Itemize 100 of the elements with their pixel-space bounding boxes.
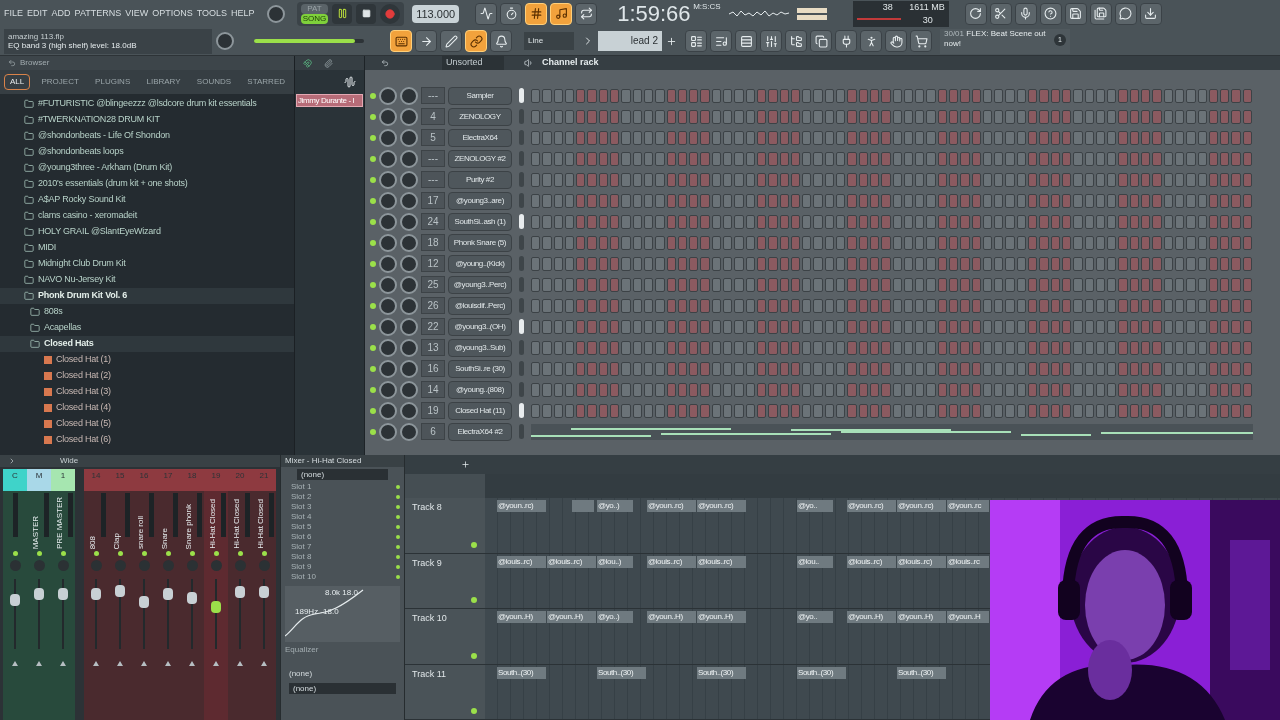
send-led[interactable] <box>141 551 147 556</box>
channel-led[interactable] <box>370 197 376 204</box>
add-icon[interactable] <box>666 35 677 47</box>
folder-item[interactable]: #FUTURISTIC @blingeezzz @lsdcore drum kit essentials <box>0 96 294 112</box>
route-arrow-icon[interactable] <box>261 661 267 666</box>
mixer-route[interactable]: 26 <box>421 297 445 314</box>
pan-knob[interactable] <box>379 338 397 357</box>
pattern-clip[interactable]: @louis..rc) <box>547 555 596 568</box>
mixer-strip[interactable]: 21 Hi-Hat Closed <box>252 469 276 720</box>
pan-knob[interactable] <box>379 296 397 315</box>
route-arrow-icon[interactable] <box>93 661 99 666</box>
channel-button[interactable]: @young..(Kick) <box>448 254 512 273</box>
fader-thumb[interactable] <box>163 587 173 600</box>
selection-light[interactable] <box>519 172 524 187</box>
toolbar-button[interactable] <box>989 2 1012 25</box>
slot-led[interactable] <box>396 505 400 509</box>
pattern-clip[interactable]: @yo.. <box>797 500 833 513</box>
browser-tab[interactable]: LIBRARY <box>141 74 186 90</box>
channel-led[interactable] <box>370 260 376 267</box>
mixer-strip[interactable]: 18 Snare phonk <box>180 469 204 720</box>
send-led[interactable] <box>261 551 267 556</box>
channel-led[interactable] <box>370 302 376 309</box>
mode-toggle[interactable]: SONG <box>300 13 329 24</box>
folder-item[interactable]: 2010's essentials (drum kit + one shots) <box>0 176 294 192</box>
pattern-clip[interactable] <box>572 500 594 513</box>
volume-knob[interactable] <box>400 233 418 252</box>
send-led[interactable] <box>213 551 219 556</box>
route-arrow-icon[interactable] <box>141 661 147 666</box>
pan-knob[interactable] <box>379 401 397 420</box>
pattern-clip[interactable]: @louis..rc <box>947 555 989 568</box>
pattern-clip[interactable]: @youn..rc) <box>647 500 696 513</box>
channel-button[interactable]: @young..(808) <box>448 380 512 399</box>
toolbar-button[interactable] <box>1014 2 1037 25</box>
selection-light[interactable] <box>519 151 524 166</box>
pan-knob[interactable] <box>379 254 397 273</box>
slot-led[interactable] <box>396 525 400 529</box>
route-arrow-icon[interactable] <box>213 661 219 666</box>
pattern-clip[interactable]: @louis..rc) <box>697 555 746 568</box>
fader-thumb[interactable] <box>211 601 221 614</box>
mixer-strip[interactable]: 17 Snare <box>156 469 180 720</box>
mixer-route[interactable]: 13 <box>421 339 445 356</box>
sample-item[interactable]: Closed Hat (3) <box>0 384 294 400</box>
pattern-clip[interactable]: @youn..H) <box>897 611 946 624</box>
menu-item[interactable]: HELP <box>231 7 255 21</box>
chevron-icon[interactable] <box>8 457 16 465</box>
selection-light[interactable] <box>519 256 524 271</box>
fader-thumb[interactable] <box>34 587 44 600</box>
folder-item[interactable]: HOLY GRAIL @SlantEyeWizard <box>0 224 294 240</box>
menu-item[interactable]: VIEW <box>125 7 149 21</box>
route-arrow-icon[interactable] <box>189 661 195 666</box>
mixer-route[interactable]: 4 <box>421 108 445 125</box>
selection-light[interactable] <box>519 319 524 334</box>
selection-light[interactable] <box>519 88 524 103</box>
tempo-field[interactable]: 113.000 <box>412 4 460 23</box>
pan-knob[interactable] <box>379 380 397 399</box>
effect-slot[interactable]: Slot 9 <box>285 562 312 572</box>
folder-item[interactable]: MIDI <box>0 240 294 256</box>
effect-slot[interactable]: Slot 1 <box>285 482 312 492</box>
fader-thumb[interactable] <box>115 584 125 597</box>
pattern-clip[interactable]: South..(30) <box>597 666 646 679</box>
mixer-strip[interactable]: 15 Clap <box>108 469 132 720</box>
route-arrow-icon[interactable] <box>12 661 18 666</box>
browser-tab[interactable]: PROJECT <box>36 74 84 90</box>
mixer-route[interactable]: 12 <box>421 255 445 272</box>
toolbar-button[interactable] <box>860 30 882 53</box>
send-led[interactable] <box>36 551 42 556</box>
channel-led[interactable] <box>370 323 376 330</box>
channel-led[interactable] <box>370 113 376 120</box>
volume-knob[interactable] <box>400 191 418 210</box>
pattern-clip[interactable]: South..(30) <box>697 666 746 679</box>
mixer-strip[interactable]: 20 Hi-Hat Closed <box>228 469 252 720</box>
fader-thumb[interactable] <box>259 585 269 598</box>
mixer-strip[interactable]: 16 snare roll <box>132 469 156 720</box>
channel-button[interactable]: ElectraX64 #2 <box>448 422 512 441</box>
channel-button[interactable]: ZENOLOGY <box>448 107 512 126</box>
track-led[interactable] <box>471 708 477 715</box>
channel-led[interactable] <box>370 155 376 162</box>
effect-slot[interactable]: Slot 3 <box>285 502 312 512</box>
mixer-route[interactable]: 16 <box>421 360 445 377</box>
mixer-route[interactable]: --- <box>421 171 445 188</box>
menu-item[interactable]: OPTIONS <box>152 7 193 21</box>
toolbar-button[interactable] <box>1064 2 1087 25</box>
pattern-clip[interactable]: @yo..) <box>597 500 633 513</box>
pan-knob[interactable] <box>379 275 397 294</box>
sample-item[interactable]: Closed Hat (1) <box>0 352 294 368</box>
fader-thumb[interactable] <box>10 593 20 606</box>
fader-thumb[interactable] <box>187 592 197 605</box>
slot-led[interactable] <box>396 535 400 539</box>
channel-led[interactable] <box>370 428 376 435</box>
channel-button[interactable]: @young3..are) <box>448 191 512 210</box>
track-header[interactable]: Track 9 <box>405 553 485 609</box>
toolbar-button[interactable] <box>785 30 807 53</box>
toolbar-button[interactable] <box>910 30 932 53</box>
pattern-clip[interactable]: @youn..rc) <box>897 500 946 513</box>
toolbar-button[interactable] <box>710 30 732 53</box>
toolbar-button[interactable] <box>835 30 857 53</box>
volume-knob[interactable] <box>400 380 418 399</box>
channel-button[interactable]: Purity #2 <box>448 170 512 189</box>
toolbar-button[interactable] <box>760 30 782 53</box>
sample-item[interactable]: Closed Hat (6) <box>0 432 294 448</box>
